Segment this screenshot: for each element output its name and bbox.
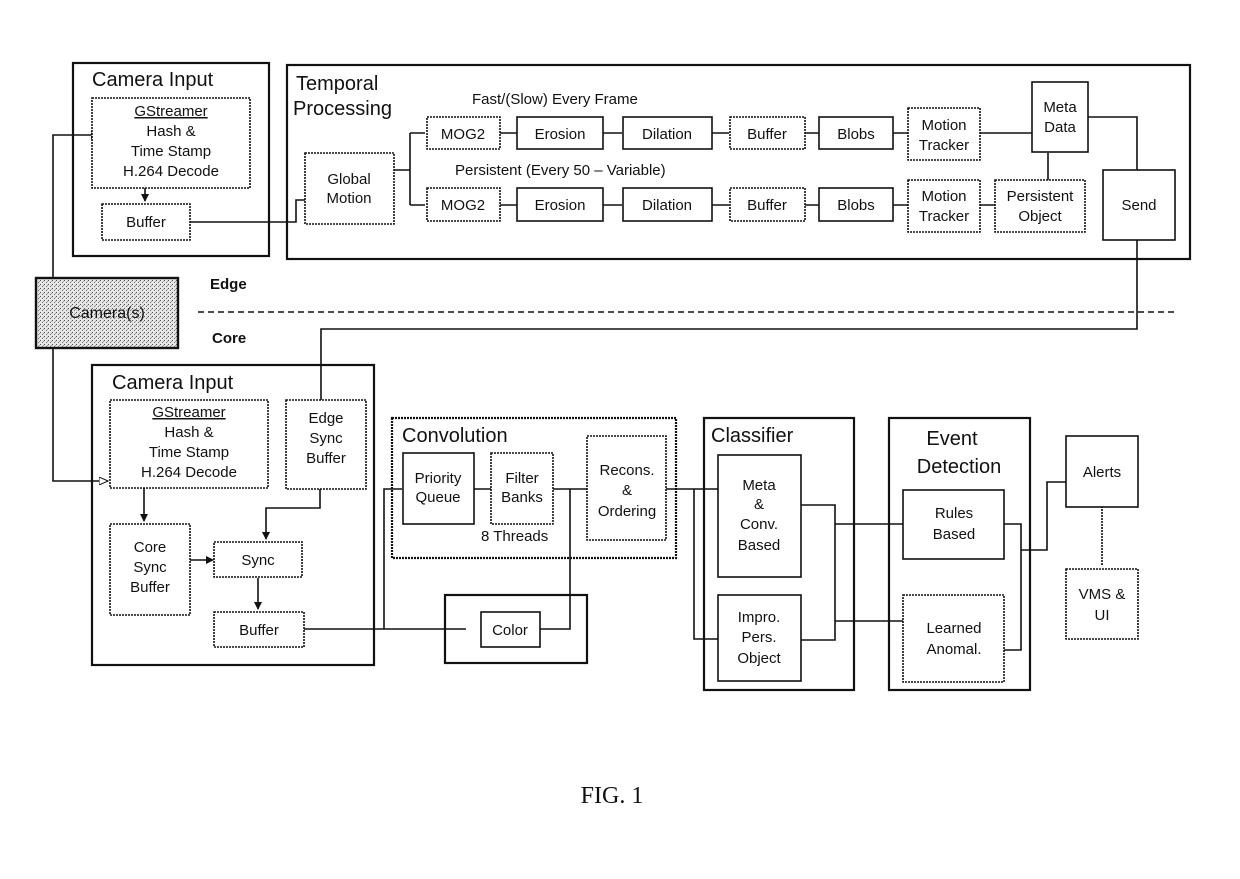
persistent-row: MOG2 Erosion Dilation Buffer Blobs Motio…: [426, 179, 981, 233]
persistent-motion-tracker-line2: Tracker: [919, 208, 969, 225]
persistent-erosion-label: Erosion: [535, 197, 586, 214]
priority-queue-line1: Priority: [415, 470, 462, 487]
core-sync-buffer-line1: Core: [134, 539, 167, 556]
temporal-title-line2: Processing: [293, 98, 392, 120]
cameras-label: Camera(s): [69, 305, 145, 322]
recons-line3: Ordering: [598, 503, 656, 520]
temporal-processing-group: Temporal Processing Global Motion Fast/(…: [285, 63, 1192, 261]
edge-sync-buffer-line3: Buffer: [306, 450, 346, 467]
convolution-group: Convolution Priority Queue Filter Banks …: [390, 416, 678, 560]
persistent-mog2-label: MOG2: [441, 197, 485, 214]
core-buffer-label: Buffer: [239, 622, 279, 639]
wire-events-to-alerts: [1004, 481, 1066, 651]
learned-line1: Learned: [926, 620, 981, 637]
fast-path-label: Fast/(Slow) Every Frame: [472, 91, 638, 108]
rules-line1: Rules: [935, 505, 973, 522]
color-label: Color: [492, 622, 528, 639]
threads-note: 8 Threads: [481, 528, 548, 545]
core-decoder-line1: GStreamer: [152, 404, 225, 421]
edge-sync-buffer-line2: Sync: [309, 430, 343, 447]
zone-label-core: Core: [212, 330, 246, 347]
meta-conv-line1: Meta: [742, 477, 776, 494]
send-label: Send: [1121, 197, 1156, 214]
wire-meta-to-send: [1088, 116, 1138, 170]
core-camera-input-group: Camera Input GStreamer Hash & Time Stamp…: [90, 363, 376, 667]
convolution-title: Convolution: [402, 425, 508, 447]
persistent-blobs-label: Blobs: [837, 197, 875, 214]
edge-camera-input-group: Camera Input GStreamer Hash & Time Stamp…: [71, 61, 271, 258]
persistent-buffer-label: Buffer: [747, 197, 787, 214]
edge-camera-input-title: Camera Input: [92, 69, 214, 91]
persistent-object-line1: Persistent: [1007, 188, 1075, 205]
meta-conv-line4: Based: [738, 537, 781, 554]
wire-send-to-edge-sync: [320, 240, 1138, 400]
global-motion-line1: Global: [327, 171, 370, 188]
rules-based-block: [902, 489, 1005, 560]
edge-decoder-line3: Time Stamp: [131, 143, 211, 160]
wire-global-motion-split: [394, 132, 425, 206]
meta-data-line2: Data: [1044, 119, 1076, 136]
cameras-block: Camera(s): [34, 276, 180, 350]
edge-decoder-line1: GStreamer: [134, 103, 207, 120]
event-title-line1: Event: [926, 428, 978, 450]
fast-dilation-label: Dilation: [642, 126, 692, 143]
vms-line2: UI: [1095, 607, 1110, 624]
meta-conv-line3: Conv.: [740, 516, 778, 533]
rules-line2: Based: [933, 526, 976, 543]
zone-label-edge: Edge: [210, 276, 247, 293]
core-sync-buffer-line3: Buffer: [130, 579, 170, 596]
recons-line2: &: [622, 482, 632, 499]
vms-ui-block: [1065, 568, 1139, 640]
meta-data-block: [1031, 81, 1089, 153]
wire-camera-to-core-decoder: [52, 348, 108, 481]
global-motion-line2: Motion: [326, 190, 371, 207]
filter-banks-line2: Banks: [501, 489, 543, 506]
core-sync-buffer-line2: Sync: [133, 559, 167, 576]
edge-decoder-line4: H.264 Decode: [123, 163, 219, 180]
recons-line1: Recons.: [599, 462, 654, 479]
edge-decoder-line2: Hash &: [146, 123, 195, 140]
wire-recons-to-classifier: [666, 488, 718, 640]
system-block-diagram: Edge Core Camera(s) Camera Input GStream…: [34, 61, 1192, 809]
impro-line2: Pers.: [741, 629, 776, 646]
temporal-title-line1: Temporal: [296, 73, 378, 95]
wire-classifier-to-events: [801, 504, 903, 641]
figure-caption: FIG. 1: [581, 783, 644, 809]
core-decoder-line2: Hash &: [164, 424, 213, 441]
filter-banks-line1: Filter: [505, 470, 538, 487]
wire-edge-sync-to-sync: [262, 489, 321, 540]
wire-buffer-to-global-motion: [190, 199, 306, 223]
sync-label: Sync: [241, 552, 275, 569]
global-motion-block: [304, 152, 395, 225]
core-camera-input-title: Camera Input: [112, 372, 234, 394]
learned-line2: Anomal.: [926, 641, 981, 658]
priority-queue-line2: Queue: [415, 489, 460, 506]
event-title-line2: Detection: [917, 456, 1002, 478]
learned-anomal-block: [902, 594, 1005, 683]
meta-conv-line2: &: [754, 496, 764, 513]
meta-data-line1: Meta: [1043, 99, 1077, 116]
fast-blobs-label: Blobs: [837, 126, 875, 143]
fast-buffer-label: Buffer: [747, 126, 787, 143]
edge-sync-buffer-line1: Edge: [308, 410, 343, 427]
core-decoder-line3: Time Stamp: [149, 444, 229, 461]
edge-buffer-label: Buffer: [126, 214, 166, 231]
fast-motion-tracker-line2: Tracker: [919, 137, 969, 154]
core-decoder-line4: H.264 Decode: [141, 464, 237, 481]
vms-line1: VMS &: [1079, 586, 1126, 603]
alerts-label: Alerts: [1083, 464, 1121, 481]
fast-motion-tracker-line1: Motion: [921, 117, 966, 134]
impro-line1: Impro.: [738, 609, 781, 626]
fast-row: MOG2 Erosion Dilation Buffer Blobs Motio…: [426, 107, 981, 161]
fast-mog2-label: MOG2: [441, 126, 485, 143]
fast-erosion-label: Erosion: [535, 126, 586, 143]
persistent-path-label: Persistent (Every 50 – Variable): [455, 162, 666, 179]
persistent-dilation-label: Dilation: [642, 197, 692, 214]
impro-line3: Object: [737, 650, 781, 667]
classifier-title: Classifier: [711, 425, 794, 447]
classifier-group: Classifier Meta & Conv. Based Impro. Per…: [702, 416, 856, 692]
persistent-motion-tracker-line1: Motion: [921, 188, 966, 205]
persistent-object-line2: Object: [1018, 208, 1062, 225]
